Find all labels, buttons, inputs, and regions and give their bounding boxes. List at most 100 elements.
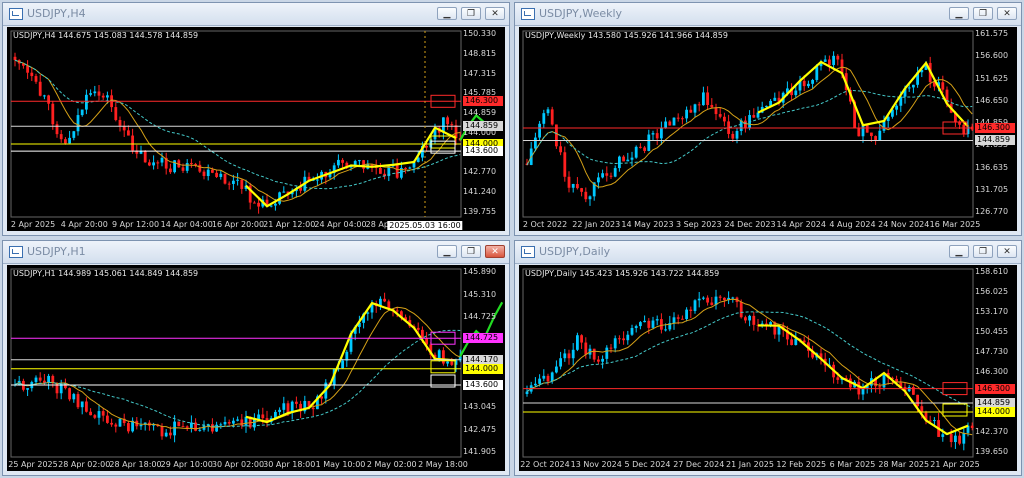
candle-body (408, 167, 412, 169)
chart-plot[interactable] (7, 27, 505, 231)
candle-body (689, 109, 693, 113)
candle-body (681, 318, 684, 320)
restore-button[interactable]: ❐ (973, 7, 993, 20)
time-axis-label: 29 Apr 10:00 (160, 460, 213, 469)
chart-window-h1[interactable]: USDJPY,H1 ▁ ❐ ✕ USDJPY,H1 144.989 145.06… (2, 240, 510, 476)
moving-average-slow (14, 59, 461, 190)
candle-body (311, 407, 315, 410)
close-button[interactable]: ✕ (485, 245, 505, 258)
candle-body (395, 310, 399, 312)
chart-window-icon (521, 246, 535, 258)
candle-body (697, 104, 701, 106)
candle-body (177, 421, 181, 427)
price-axis-label: 141.905 (463, 447, 497, 456)
target-zone-box (942, 403, 968, 417)
candle-body (597, 359, 600, 362)
candle-body (139, 424, 143, 427)
chart-plot[interactable] (519, 265, 1017, 471)
time-axis-label: 28 Mar 2025 (878, 460, 930, 469)
close-button[interactable]: ✕ (997, 7, 1017, 20)
candle-body (634, 146, 638, 158)
candle-body (681, 118, 684, 120)
minimize-button[interactable]: ▁ (437, 7, 457, 20)
window-titlebar[interactable]: USDJPY,H4 ▁ ❐ ✕ (3, 3, 509, 26)
candle-body (395, 164, 399, 178)
restore-button[interactable]: ❐ (461, 245, 481, 258)
candle-body (676, 317, 680, 319)
candle-body (236, 179, 239, 181)
window-titlebar[interactable]: USDJPY,H1 ▁ ❐ ✕ (3, 241, 509, 264)
candle-body (916, 394, 919, 407)
candle-body (878, 386, 882, 388)
candle-body (970, 425, 974, 429)
candle-body (542, 113, 546, 124)
minimize-button[interactable]: ▁ (437, 245, 457, 258)
candle-body (601, 173, 604, 178)
candle-body (223, 422, 227, 425)
restore-button[interactable]: ❐ (461, 7, 481, 20)
plot-frame (522, 268, 974, 458)
time-axis-label: 12 Feb 2025 (776, 460, 827, 469)
candle-body (571, 349, 575, 359)
price-axis-label: 158.610 (975, 267, 1009, 276)
candle-body (538, 123, 541, 138)
candle-body (152, 162, 155, 166)
candle-body (605, 347, 609, 359)
candle-body (211, 424, 214, 432)
candle-body (127, 130, 130, 136)
price-axis-label: 126.770 (975, 207, 1009, 216)
chart-window-h4[interactable]: USDJPY,H4 ▁ ❐ ✕ USDJPY,H4 144.675 145.08… (2, 2, 510, 236)
candle-body (316, 179, 319, 181)
chart-window-icon (9, 246, 23, 258)
candle-body (664, 121, 667, 128)
close-button[interactable]: ✕ (997, 245, 1017, 258)
window-titlebar[interactable]: USDJPY,Weekly ▁ ❐ ✕ (515, 3, 1021, 26)
price-axis-label: 156.025 (975, 287, 1009, 296)
time-axis-label: 28 Apr 18:00 (109, 460, 162, 469)
candle-body (198, 429, 202, 431)
candle-body (958, 122, 961, 125)
candle-body (689, 309, 693, 311)
minimize-button[interactable]: ▁ (949, 7, 969, 20)
candle-body (912, 84, 915, 88)
price-tag: 144.859 (975, 135, 1015, 146)
price-axis-label: 161.575 (975, 29, 1009, 38)
price-axis-label: 151.625 (975, 73, 1009, 83)
candle-body (702, 297, 705, 299)
candle-body (202, 171, 206, 177)
candle-body (765, 105, 768, 107)
price-chart[interactable]: USDJPY,H4 144.675 145.083 144.578 144.85… (7, 27, 505, 231)
chart-plot[interactable] (519, 27, 1017, 231)
close-button[interactable]: ✕ (485, 7, 505, 20)
price-tag: 146.300 (463, 96, 503, 107)
chart-window-weekly[interactable]: USDJPY,Weekly ▁ ❐ ✕ USDJPY,Weekly 143.58… (514, 2, 1022, 236)
candle-body (240, 419, 244, 426)
price-axis-label: 136.635 (975, 162, 1009, 172)
chart-window-daily[interactable]: USDJPY,Daily ▁ ❐ ✕ USDJPY,Daily 145.423 … (514, 240, 1022, 476)
time-axis-label: 14 Apr 04:00 (160, 220, 213, 229)
candle-body (567, 176, 571, 188)
minimize-button[interactable]: ▁ (949, 245, 969, 258)
price-axis-label: 145.310 (463, 289, 497, 299)
window-titlebar[interactable]: USDJPY,Daily ▁ ❐ ✕ (515, 241, 1021, 264)
time-axis-label: 27 Dec 2024 (673, 460, 725, 469)
candle-body (563, 353, 567, 359)
price-axis-label: 147.315 (463, 68, 497, 78)
price-chart[interactable]: USDJPY,Daily 145.423 145.926 143.722 144… (519, 265, 1017, 471)
candle-body (282, 403, 286, 410)
restore-button[interactable]: ❐ (973, 245, 993, 258)
candle-body (148, 162, 151, 166)
candle-body (647, 134, 651, 151)
candle-body (97, 411, 101, 418)
candle-body (546, 109, 550, 114)
time-axis-label: 21 Apr 2025 (930, 460, 980, 469)
candle-body (181, 426, 185, 428)
price-chart[interactable]: USDJPY,Weekly 143.580 145.926 141.966 14… (519, 27, 1017, 231)
chart-plot[interactable] (7, 265, 505, 471)
candle-body (941, 82, 945, 90)
price-chart[interactable]: USDJPY,H1 144.989 145.061 144.849 144.85… (7, 265, 505, 471)
candle-body (840, 59, 844, 74)
candle-body (802, 80, 806, 87)
candle-body (571, 184, 575, 188)
candle-body (752, 315, 756, 325)
